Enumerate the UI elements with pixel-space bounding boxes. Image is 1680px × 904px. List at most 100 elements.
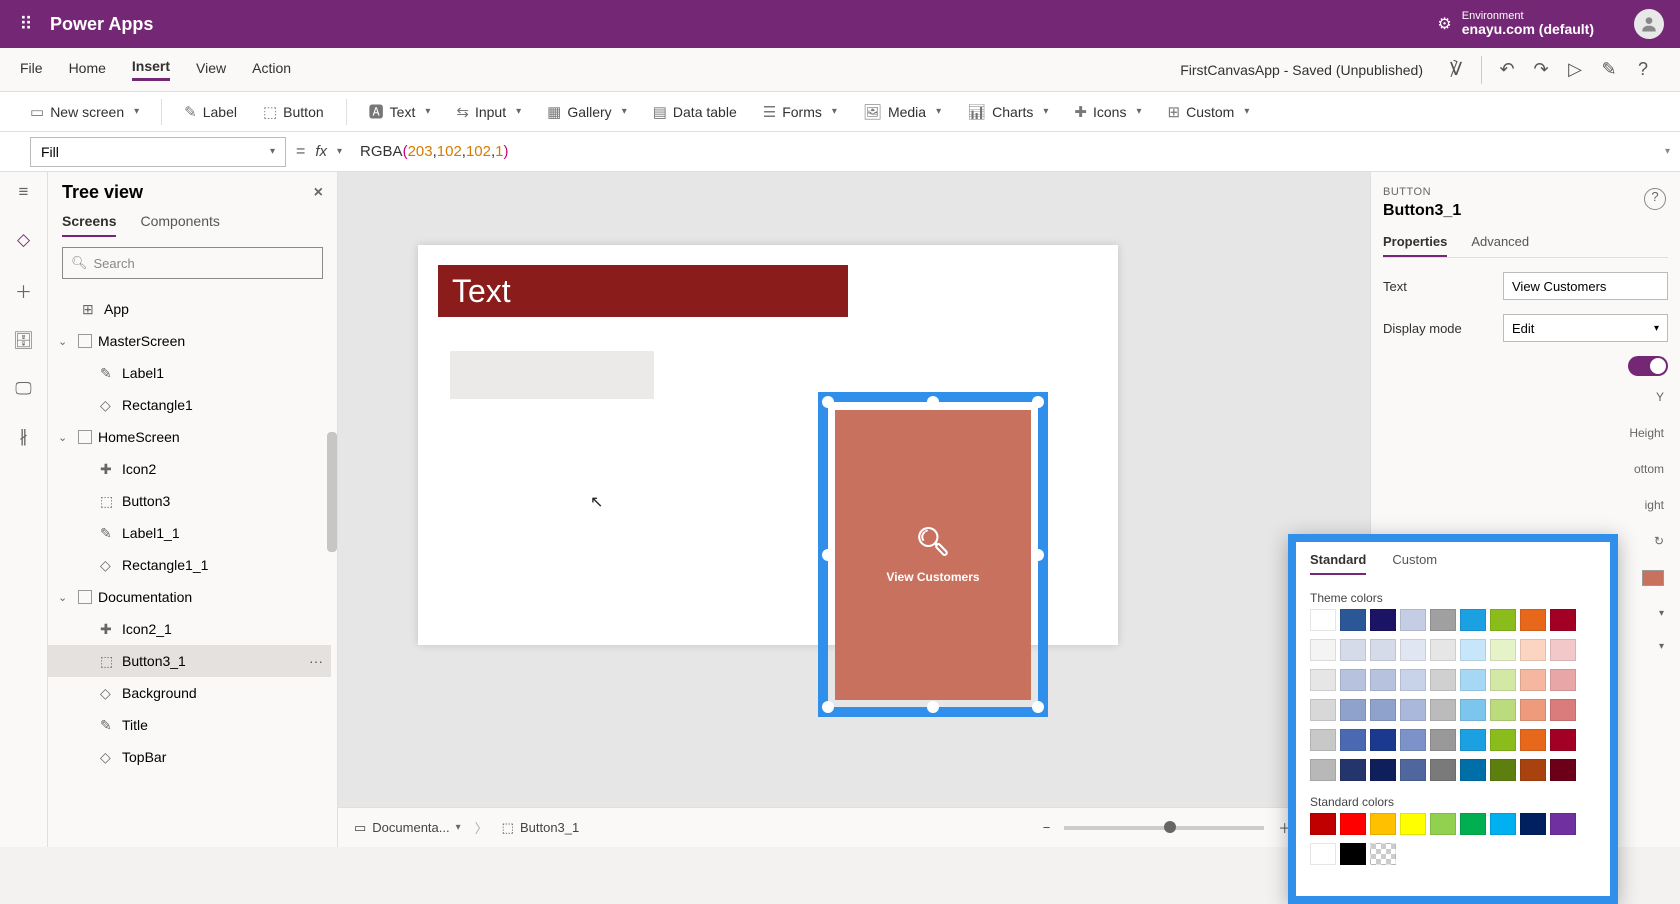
color-swatch[interactable] [1370, 699, 1396, 721]
cp-tab-custom[interactable]: Custom [1392, 552, 1437, 575]
help-icon[interactable]: ? [1644, 188, 1666, 210]
play-icon[interactable]: ▷ [1558, 59, 1592, 80]
tab-screens[interactable]: Screens [62, 213, 116, 237]
data-rail-icon[interactable]: 🗄︎ [13, 331, 35, 351]
color-swatch[interactable] [1400, 813, 1426, 835]
color-swatch[interactable] [1520, 669, 1546, 691]
color-swatch[interactable] [1430, 699, 1456, 721]
menu-insert[interactable]: Insert [132, 58, 170, 81]
tree-item[interactable]: ✚Icon2 [48, 453, 331, 485]
formula-expand-icon[interactable]: ▾ [1665, 146, 1670, 157]
insert-button[interactable]: ⬚Button [253, 99, 334, 125]
color-swatch[interactable] [1400, 699, 1426, 721]
color-swatch[interactable] [1550, 729, 1576, 751]
color-swatch[interactable] [1550, 639, 1576, 661]
color-swatch[interactable] [1430, 609, 1456, 631]
breadcrumb-control[interactable]: ⬚ Button3_1 [502, 820, 580, 836]
app-checker-icon[interactable]: ℣ [1439, 59, 1473, 80]
color-swatch[interactable] [1370, 843, 1396, 865]
tree-item[interactable]: ◇Rectangle1_1 [48, 549, 331, 581]
fx-icon[interactable]: fx [315, 143, 327, 160]
color-swatch[interactable] [1490, 759, 1516, 781]
color-swatch[interactable] [1340, 609, 1366, 631]
color-swatch[interactable] [1460, 759, 1486, 781]
color-swatch[interactable] [1520, 729, 1546, 751]
canvas-rectangle-control[interactable] [450, 351, 654, 399]
insert-charts[interactable]: 📊︎Charts [957, 99, 1058, 125]
color-swatch[interactable] [1370, 609, 1396, 631]
tree-item[interactable]: ◇Rectangle1 [48, 389, 331, 421]
color-swatch[interactable] [1460, 609, 1486, 631]
color-swatch[interactable] [1430, 813, 1456, 835]
insert-icons[interactable]: ✚Icons [1064, 99, 1151, 125]
breadcrumb-screen[interactable]: ▭ Documenta... ▾ [354, 820, 461, 836]
color-swatch[interactable] [1490, 669, 1516, 691]
resize-handle[interactable] [822, 396, 834, 408]
help-icon[interactable]: ? [1626, 59, 1660, 80]
media-rail-icon[interactable]: 🖵 [15, 379, 31, 399]
color-swatch[interactable] [1400, 639, 1426, 661]
tree-item[interactable]: ✎Title [48, 709, 331, 741]
color-swatch[interactable] [1370, 639, 1396, 661]
tree-item[interactable]: ◇Background [48, 677, 331, 709]
resize-handle[interactable] [822, 549, 834, 561]
color-swatch[interactable] [1310, 729, 1336, 751]
resize-handle[interactable] [927, 396, 939, 408]
resize-handle[interactable] [1032, 701, 1044, 713]
prop-text-input[interactable]: View Customers [1503, 272, 1668, 300]
menu-file[interactable]: File [20, 60, 43, 80]
prop-displaymode-select[interactable]: Edit▾ [1503, 314, 1668, 342]
insert-label[interactable]: ✎Label [174, 99, 247, 125]
resize-handle[interactable] [1032, 396, 1044, 408]
undo-icon[interactable]: ↶ [1490, 59, 1524, 80]
color-swatch[interactable] [1370, 729, 1396, 751]
insert-custom[interactable]: ⊞Custom [1158, 99, 1260, 125]
color-swatch[interactable] [1490, 813, 1516, 835]
color-swatch[interactable] [1550, 609, 1576, 631]
close-icon[interactable]: × [314, 184, 323, 202]
color-swatch[interactable] [1340, 729, 1366, 751]
menu-action[interactable]: Action [252, 60, 291, 80]
color-swatch[interactable] [1460, 729, 1486, 751]
color-swatch[interactable] [1490, 729, 1516, 751]
color-swatch[interactable] [1310, 669, 1336, 691]
color-swatch[interactable] [1310, 639, 1336, 661]
insert-input[interactable]: ⇆Input [446, 99, 531, 125]
tree-item[interactable]: ✚Icon2_1 [48, 613, 331, 645]
insert-media[interactable]: 🖼︎Media [853, 99, 951, 125]
tab-properties[interactable]: Properties [1383, 234, 1447, 257]
canvas-selected-button[interactable]: 🔍︎ View Customers [818, 392, 1048, 717]
color-swatch[interactable] [1550, 699, 1576, 721]
insert-forms[interactable]: ☰Forms [753, 99, 847, 125]
tree-screen-home[interactable]: ⌄HomeScreen [48, 421, 331, 453]
color-swatch[interactable] [1490, 639, 1516, 661]
tools-rail-icon[interactable]: ∦ [19, 427, 28, 447]
color-swatch[interactable] [1310, 813, 1336, 835]
waffle-icon[interactable]: ⠿ [10, 14, 42, 35]
color-swatch[interactable] [1400, 729, 1426, 751]
tree-screen-doc[interactable]: ⌄Documentation [48, 581, 331, 613]
color-swatch[interactable] [1460, 699, 1486, 721]
visible-toggle[interactable] [1628, 356, 1668, 376]
redo-icon[interactable]: ↷ [1524, 59, 1558, 80]
color-swatch[interactable] [1370, 669, 1396, 691]
tree-item[interactable]: ✎Label1 [48, 357, 331, 389]
search-input[interactable]: 🔍︎ Search [62, 247, 323, 279]
tree-rail-icon[interactable]: ◇ [17, 230, 30, 250]
color-swatch[interactable] [1550, 669, 1576, 691]
color-swatch[interactable] [1340, 843, 1366, 865]
zoom-out-icon[interactable]: − [1043, 820, 1051, 835]
color-swatch[interactable] [1520, 759, 1546, 781]
treeview-scrollbar[interactable] [327, 432, 337, 843]
color-swatch[interactable] [1460, 669, 1486, 691]
color-swatch[interactable] [1460, 813, 1486, 835]
tree-item[interactable]: ✎Label1_1 [48, 517, 331, 549]
color-swatch[interactable] [1340, 699, 1366, 721]
tree-item[interactable]: ◇TopBar [48, 741, 331, 773]
zoom-slider[interactable] [1064, 826, 1264, 830]
canvas-label-control[interactable]: Text [438, 265, 848, 317]
hamburger-icon[interactable]: ≡ [19, 182, 29, 202]
tab-advanced[interactable]: Advanced [1471, 234, 1529, 257]
color-swatch[interactable] [1370, 813, 1396, 835]
new-screen-button[interactable]: ▭New screen [20, 99, 149, 125]
